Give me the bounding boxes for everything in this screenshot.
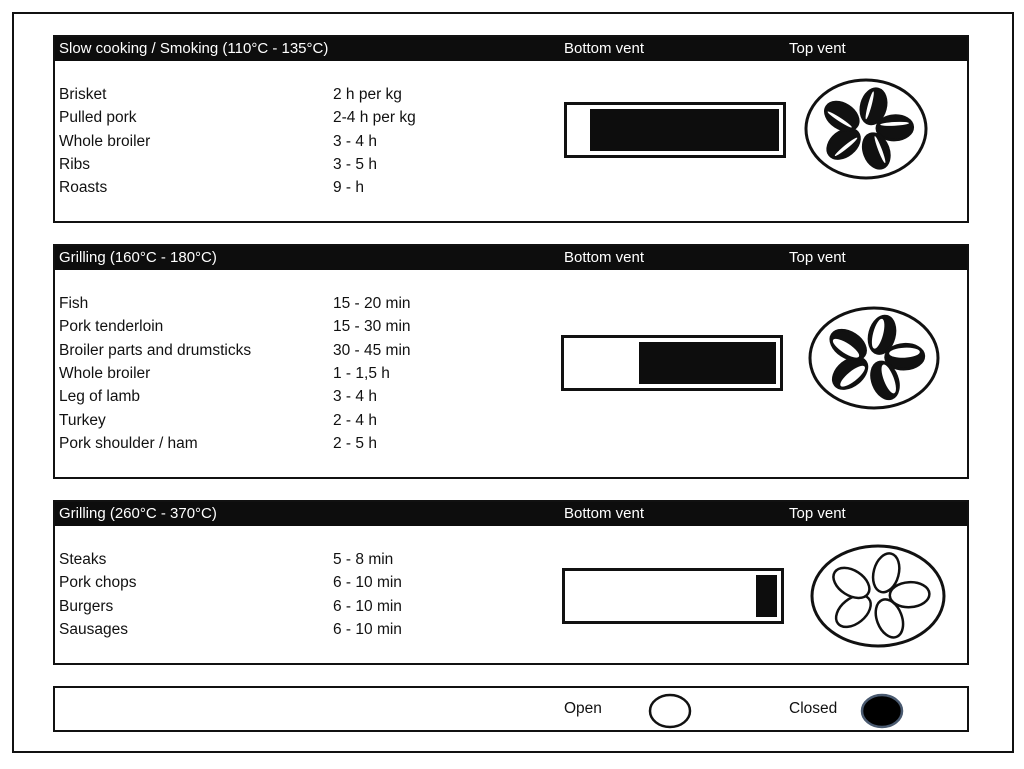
- section-header: Slow cooking / Smoking (110°C - 135°C) B…: [55, 37, 967, 61]
- list-item: Pulled pork 2-4 h per kg: [59, 106, 539, 129]
- top-vent-label: Top vent: [789, 249, 846, 266]
- food-name: Burgers: [59, 597, 114, 615]
- bottom-vent-fill: [639, 342, 776, 384]
- bottom-vent-fill: [756, 575, 777, 617]
- legend-open-label: Open: [564, 700, 602, 717]
- list-item: Whole broiler 3 - 4 h: [59, 130, 539, 153]
- cook-time: 3 - 4 h: [333, 388, 377, 406]
- bottom-vent-indicator: [562, 568, 784, 624]
- cook-time: 30 - 45 min: [333, 341, 411, 359]
- bottom-vent-label: Bottom vent: [564, 505, 645, 522]
- section-header: Grilling (260°C - 370°C) Bottom vent Top…: [55, 502, 967, 526]
- food-name: Steaks: [59, 551, 107, 568]
- section-title: Grilling (160°C - 180°C): [59, 249, 217, 266]
- section-title: Slow cooking / Smoking (110°C - 135°C): [59, 40, 329, 57]
- section-panel: Slow cooking / Smoking (110°C - 135°C) B…: [53, 35, 969, 223]
- list-item: Steaks 5 - 8 min: [59, 548, 539, 571]
- top-vent-icon: [808, 306, 940, 410]
- cook-time: 2 - 5 h: [333, 434, 377, 452]
- section-panel: Grilling (160°C - 180°C) Bottom vent Top…: [53, 244, 969, 479]
- list-item: Leg of lamb 3 - 4 h: [59, 385, 539, 408]
- closed-circle-icon: [860, 693, 904, 729]
- list-item: Broiler parts and drumsticks 30 - 45 min: [59, 339, 539, 362]
- top-vent-icon: [804, 78, 928, 180]
- food-name: Leg of lamb: [59, 388, 140, 406]
- list-item: Fish 15 - 20 min: [59, 292, 539, 315]
- cook-time: 6 - 10 min: [333, 620, 402, 638]
- list-item: Turkey 2 - 4 h: [59, 409, 539, 432]
- list-item: Sausages 6 - 10 min: [59, 618, 539, 641]
- food-name: Roasts: [59, 179, 108, 197]
- cook-time: 6 - 10 min: [333, 597, 402, 615]
- food-name: Fish: [59, 295, 89, 312]
- bottom-vent-label: Bottom vent: [564, 40, 645, 57]
- food-name: Sausages: [59, 620, 128, 638]
- cook-time: 9 - h: [333, 179, 365, 197]
- top-vent-label: Top vent: [789, 40, 846, 57]
- legend-closed-label: Closed: [789, 700, 838, 717]
- cook-time: 2 - 4 h: [333, 411, 377, 429]
- cook-time: 2-4 h per kg: [333, 109, 416, 127]
- list-item: Pork tenderloin 15 - 30 min: [59, 315, 539, 338]
- food-name: Brisket: [59, 86, 107, 103]
- section-title: Grilling (260°C - 370°C): [59, 505, 217, 522]
- food-name: Whole broiler: [59, 132, 151, 150]
- section-panel: Grilling (260°C - 370°C) Bottom vent Top…: [53, 500, 969, 665]
- list-item: Burgers 6 - 10 min: [59, 595, 539, 618]
- food-name: Pork tenderloin: [59, 318, 164, 336]
- food-name: Ribs: [59, 155, 91, 173]
- list-item: Pork shoulder / ham 2 - 5 h: [59, 432, 539, 455]
- food-name: Pulled pork: [59, 109, 137, 127]
- list-item: Pork chops 6 - 10 min: [59, 571, 539, 594]
- bottom-vent-indicator: [564, 102, 786, 158]
- cook-time: 3 - 4 h: [333, 132, 377, 150]
- cook-time: 15 - 20 min: [333, 295, 411, 312]
- open-circle-icon: [648, 693, 692, 729]
- top-vent-label: Top vent: [789, 505, 846, 522]
- cook-time: 3 - 5 h: [333, 155, 377, 173]
- section-header: Grilling (160°C - 180°C) Bottom vent Top…: [55, 246, 967, 270]
- list-item: Whole broiler 1 - 1,5 h: [59, 362, 539, 385]
- food-name: Pork chops: [59, 574, 137, 592]
- list-item: Roasts 9 - h: [59, 176, 539, 199]
- food-name: Turkey: [59, 411, 106, 429]
- bottom-vent-indicator: [561, 335, 783, 391]
- cook-time: 5 - 8 min: [333, 551, 394, 568]
- food-name: Broiler parts and drumsticks: [59, 341, 252, 359]
- bottom-vent-fill: [590, 109, 779, 151]
- cook-time: 1 - 1,5 h: [333, 364, 390, 382]
- cook-time: 15 - 30 min: [333, 318, 411, 336]
- top-vent-icon: [810, 544, 946, 648]
- food-name: Whole broiler: [59, 364, 151, 382]
- list-item: Brisket 2 h per kg: [59, 83, 539, 106]
- cook-time: 6 - 10 min: [333, 574, 402, 592]
- cook-time: 2 h per kg: [333, 86, 402, 103]
- bottom-vent-label: Bottom vent: [564, 249, 645, 266]
- food-name: Pork shoulder / ham: [59, 434, 198, 452]
- list-item: Ribs 3 - 5 h: [59, 153, 539, 176]
- legend: Open Closed: [53, 686, 969, 732]
